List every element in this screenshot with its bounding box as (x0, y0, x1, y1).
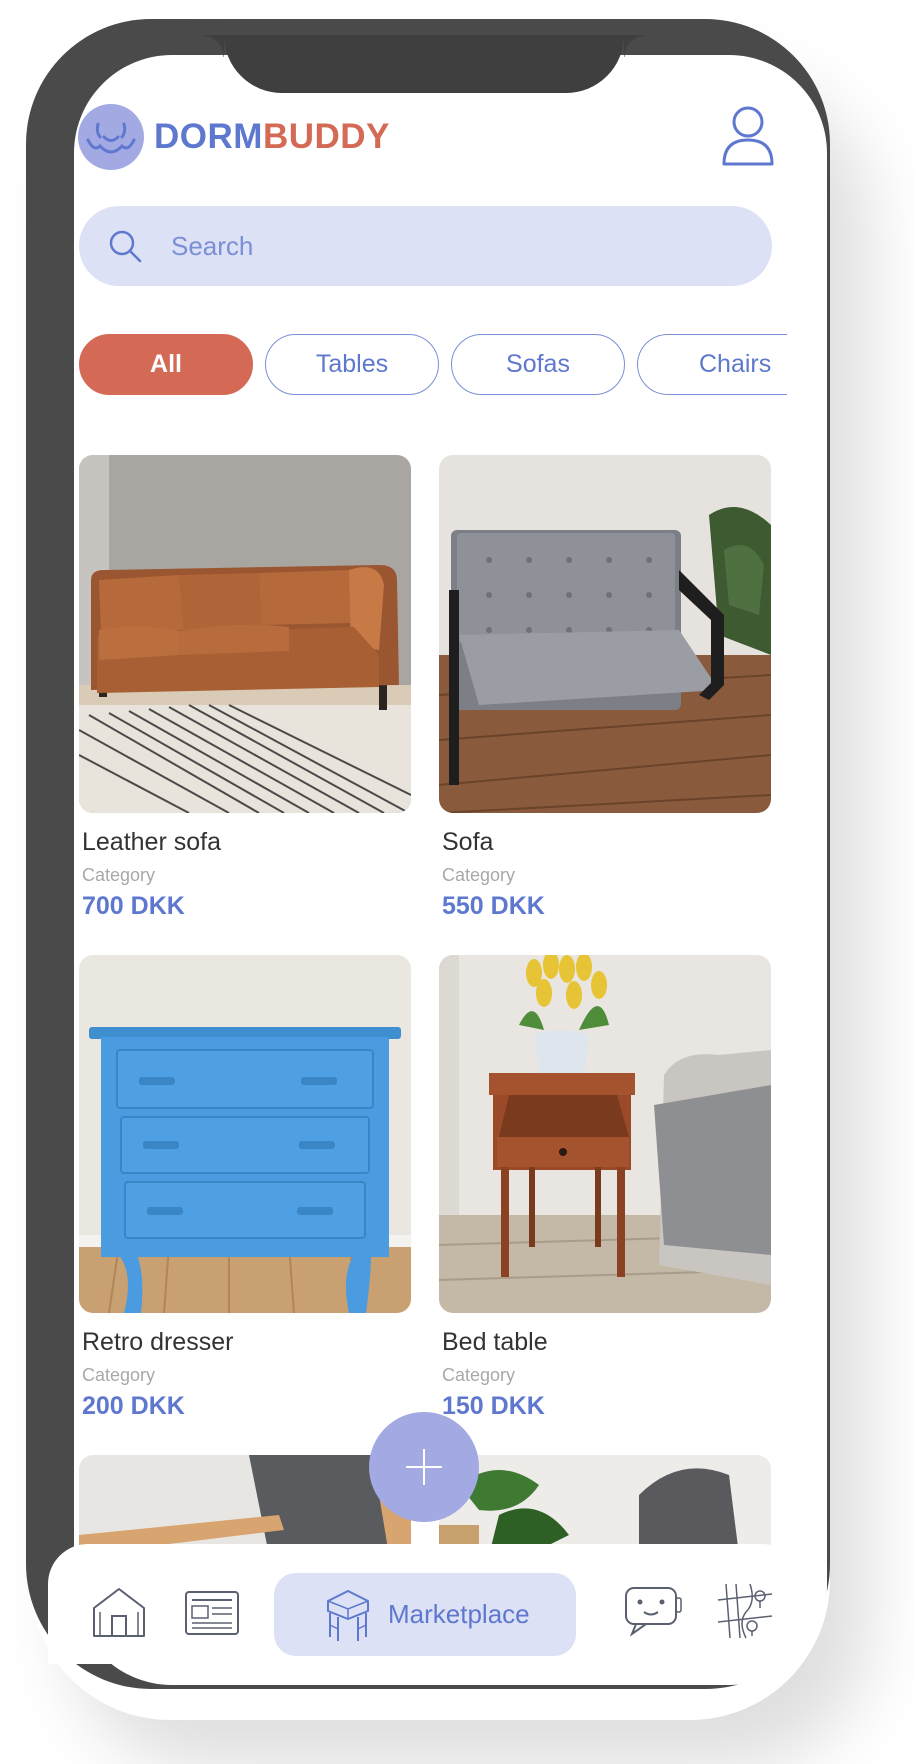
filter-chip-tables[interactable]: Tables (265, 334, 439, 395)
add-listing-button[interactable] (369, 1412, 479, 1522)
product-price: 150 DKK (442, 1392, 545, 1420)
product-name: Retro dresser (82, 1328, 234, 1356)
product-card[interactable]: Bed table Category 150 DKK (439, 955, 771, 1421)
product-card[interactable]: Leather sofa Category 700 DKK (79, 455, 411, 921)
product-category: Category (82, 865, 156, 885)
product-card[interactable]: Retro dresser Category 200 DKK (79, 955, 411, 1421)
grey-sofa-photo (439, 455, 771, 813)
nav-chat[interactable] (622, 1584, 684, 1643)
user-profile-icon (722, 106, 774, 166)
profile-button[interactable] (720, 104, 776, 168)
home-icon (93, 1588, 145, 1637)
nav-news[interactable] (184, 1590, 240, 1641)
search-bar[interactable] (79, 206, 772, 286)
dormbuddy-logo-icon (78, 104, 144, 170)
product-category: Category (82, 1365, 156, 1385)
product-name: Sofa (442, 828, 494, 856)
brand-name: DORMBUDDY (154, 117, 390, 157)
leather-sofa-photo (79, 455, 411, 813)
plant-chair-photo (439, 1455, 771, 1555)
product-card[interactable] (79, 1455, 411, 1555)
product-card[interactable] (439, 1455, 771, 1555)
nav-marketplace-label: Marketplace (388, 1599, 530, 1629)
bottom-navigation: Marketplace (48, 1544, 801, 1664)
product-category: Category (442, 865, 516, 885)
blue-dresser-photo (79, 955, 411, 1313)
product-name: Leather sofa (82, 828, 221, 856)
product-name: Bed table (442, 1328, 548, 1356)
marketplace-icon (327, 1589, 369, 1641)
product-price: 550 DKK (442, 892, 545, 920)
phone-notch (202, 35, 646, 93)
brand-name-part2: BUDDY (262, 117, 390, 156)
chat-bot-icon (625, 1587, 682, 1637)
product-price: 700 DKK (82, 892, 185, 920)
map-icon (717, 1583, 773, 1639)
chair-photo (79, 1455, 411, 1555)
newspaper-icon (185, 1591, 239, 1635)
nav-map[interactable] (716, 1582, 774, 1645)
plus-icon (406, 1449, 442, 1485)
search-icon (109, 230, 142, 263)
nav-marketplace[interactable]: Marketplace (274, 1573, 576, 1656)
bed-table-photo (439, 955, 771, 1313)
product-price: 200 DKK (82, 1392, 185, 1420)
filter-chip-sofas[interactable]: Sofas (451, 334, 625, 395)
search-input[interactable] (171, 230, 691, 262)
filter-chip-chairs[interactable]: Chairs (637, 334, 787, 395)
app-header: DORMBUDDY (78, 104, 390, 170)
nav-home[interactable] (90, 1586, 148, 1643)
filter-chip-all[interactable]: All (79, 334, 253, 395)
product-card[interactable]: Sofa Category 550 DKK (439, 455, 771, 921)
brand-name-part1: DORM (154, 117, 263, 156)
product-category: Category (442, 1365, 516, 1385)
